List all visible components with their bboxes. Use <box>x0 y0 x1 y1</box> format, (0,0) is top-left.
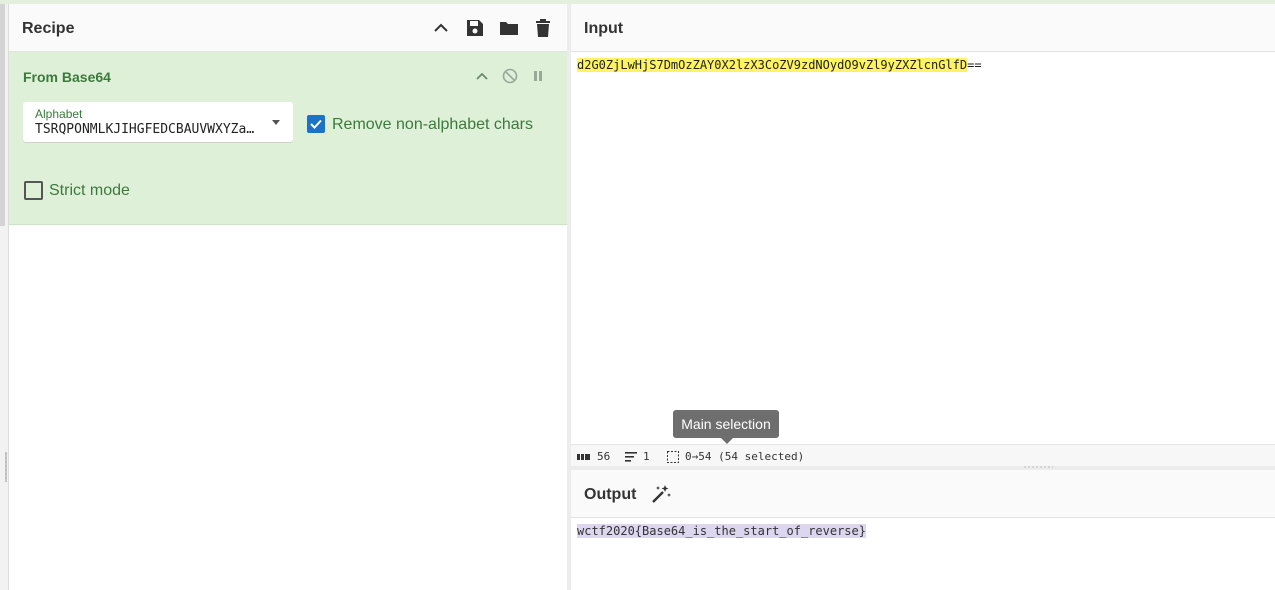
selection-stat: 0→54 (54 selected) <box>667 450 804 463</box>
left-gutter <box>0 4 9 590</box>
selection-value: 0→54 (54 selected) <box>685 450 805 463</box>
output-header: Output <box>571 470 1275 518</box>
input-remaining-text: == <box>967 58 982 72</box>
alphabet-value: TSRQPONMLKJIHGFEDCBAUVWXYZabcdefghijklmn… <box>35 122 255 137</box>
pause-icon[interactable] <box>528 66 548 86</box>
strict-mode-checkbox[interactable] <box>24 181 43 200</box>
input-selected-text: d2G0ZjLwHjS7DmOzZAY0X2lzX3CoZV9zdNOydO9v… <box>577 58 968 72</box>
input-panel: Input d2G0ZjLwHjS7DmOzZAY0X2lzX3CoZV9zdN… <box>571 4 1275 467</box>
splitter-grip[interactable] <box>1023 466 1053 468</box>
input-header: Input <box>571 4 1275 52</box>
input-textarea[interactable]: d2G0ZjLwHjS7DmOzZAY0X2lzX3CoZV9zdNOydO9v… <box>577 58 982 72</box>
remove-non-alphabet-label: Remove non-alphabet chars <box>332 116 534 133</box>
chevron-up-icon[interactable] <box>472 66 492 86</box>
length-value: 56 <box>597 450 611 463</box>
operation-title: From Base64 <box>23 69 111 85</box>
folder-icon[interactable] <box>497 16 521 40</box>
alphabet-label: Alphabet <box>35 107 83 121</box>
disable-icon[interactable] <box>500 66 520 86</box>
recipe-title: Recipe <box>22 20 75 37</box>
strict-mode-label: Strict mode <box>49 182 130 199</box>
remove-non-alphabet-checkbox[interactable] <box>307 115 325 133</box>
gutter-bar <box>0 4 5 226</box>
input-status-bar: 56 1 0→54 (54 selected) <box>571 444 1275 467</box>
recipe-header: Recipe <box>9 4 567 52</box>
chevron-up-icon[interactable] <box>429 16 453 40</box>
lines-icon <box>625 451 637 462</box>
resize-handle[interactable] <box>5 452 7 482</box>
save-icon[interactable] <box>463 16 487 40</box>
operation-from-base64[interactable]: From Base64 Alphabet TSRQPONMLKJIHGFEDCB… <box>9 52 567 225</box>
trash-icon[interactable] <box>531 16 555 40</box>
lines-value: 1 <box>643 450 650 463</box>
alphabet-dropdown[interactable]: Alphabet TSRQPONMLKJIHGFEDCBAUVWXYZabcde… <box>23 102 293 142</box>
recipe-panel: Recipe From Base64 Alphabet TSRQPONMLKJI… <box>9 4 568 590</box>
output-panel: Output wctf2020{Base64_is_the_start_of_r… <box>571 470 1275 590</box>
abc-icon <box>577 453 590 460</box>
magic-wand-icon[interactable] <box>649 482 673 506</box>
output-title: Output <box>584 486 637 503</box>
caret-down-icon <box>272 120 280 125</box>
lines-stat: 1 <box>625 450 650 463</box>
tooltip-arrow <box>721 438 733 444</box>
output-textarea[interactable]: wctf2020{Base64_is_the_start_of_reverse} <box>577 524 866 538</box>
main-selection-tooltip: Main selection <box>673 410 779 438</box>
input-title: Input <box>584 20 624 37</box>
length-stat: 56 <box>577 450 610 463</box>
selection-icon <box>667 450 679 463</box>
